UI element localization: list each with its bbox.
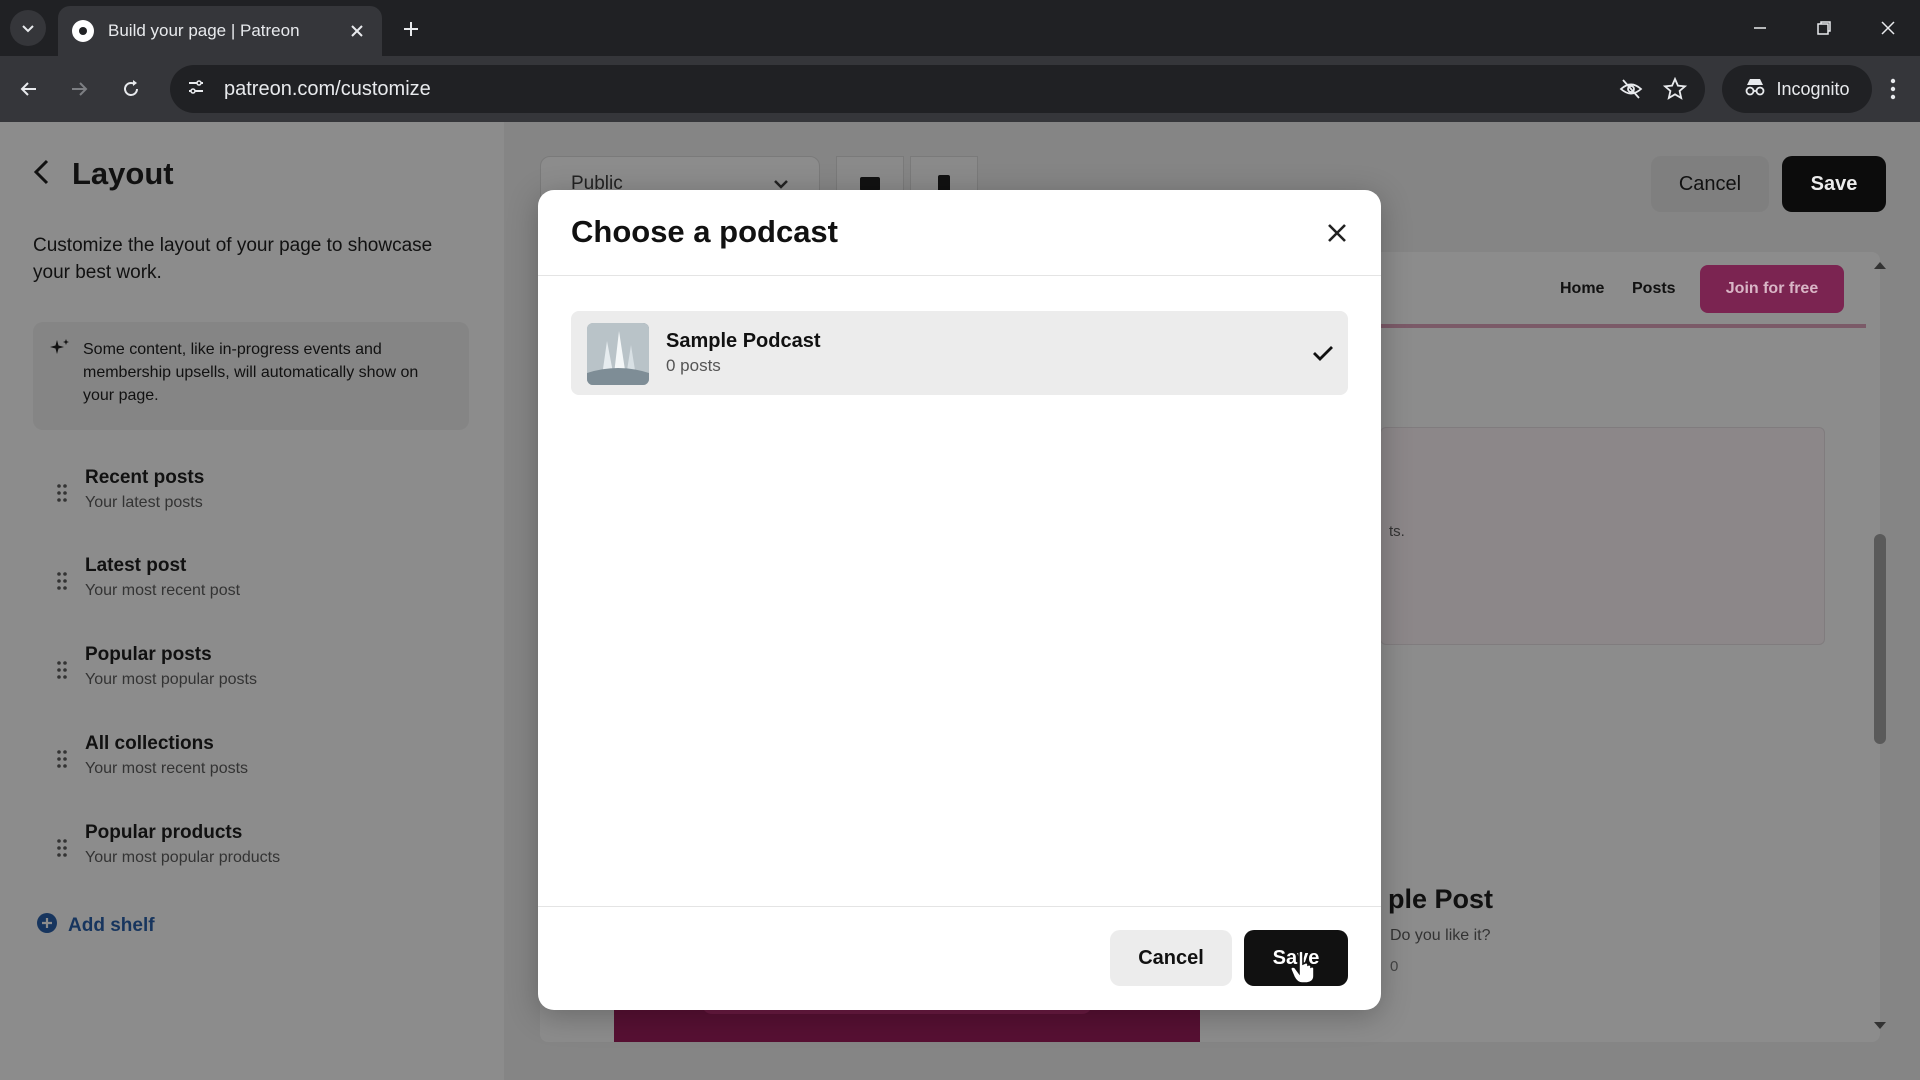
shelf-item[interactable]: Popular products Your most popular produ… bbox=[52, 822, 472, 882]
sidebar-header: Layout bbox=[32, 156, 174, 192]
close-icon[interactable] bbox=[1322, 218, 1352, 248]
sidebar-title: Layout bbox=[72, 156, 174, 191]
minimize-icon[interactable] bbox=[1728, 0, 1792, 56]
eye-off-icon[interactable] bbox=[1617, 75, 1645, 103]
incognito-label: Incognito bbox=[1776, 78, 1850, 99]
dialog-cancel-button[interactable]: Cancel bbox=[1110, 930, 1232, 986]
menu-dots-icon[interactable] bbox=[1876, 72, 1910, 106]
preview-post-title: ple Post bbox=[1388, 884, 1494, 914]
back-icon[interactable] bbox=[12, 72, 46, 106]
add-shelf-label: Add shelf bbox=[68, 915, 155, 936]
drag-handle-icon[interactable] bbox=[56, 571, 68, 596]
preview-card: ts. bbox=[1380, 427, 1825, 645]
drag-handle-icon[interactable] bbox=[56, 838, 68, 863]
scroll-down-icon[interactable] bbox=[1874, 1022, 1886, 1029]
shelf-subtitle: Your most recent post bbox=[85, 582, 241, 599]
star-icon[interactable] bbox=[1661, 75, 1689, 103]
shelf-item[interactable]: Latest post Your most recent post bbox=[52, 555, 472, 615]
dialog-title: Choose a podcast bbox=[571, 214, 838, 249]
scroll-up-icon[interactable] bbox=[1874, 262, 1886, 269]
preview-nav-home[interactable]: Home bbox=[1560, 280, 1604, 298]
plus-circle-icon bbox=[36, 912, 58, 940]
shelf-item[interactable]: Popular posts Your most popular posts bbox=[52, 644, 472, 704]
incognito-badge[interactable]: Incognito bbox=[1722, 65, 1872, 113]
tab-title: Build your page | Patreon bbox=[108, 21, 300, 40]
join-for-free-button[interactable]: Join for free bbox=[1700, 265, 1844, 313]
shelf-item[interactable]: All collections Your most recent posts bbox=[52, 733, 472, 793]
preview-nav-posts[interactable]: Posts bbox=[1632, 280, 1676, 298]
checkmark-icon bbox=[1309, 339, 1337, 367]
close-icon[interactable] bbox=[346, 20, 368, 42]
patreon-favicon bbox=[72, 20, 94, 42]
shelf-name: Popular products bbox=[85, 822, 243, 843]
forward-icon[interactable] bbox=[62, 72, 96, 106]
url-text: patreon.com/customize bbox=[224, 77, 431, 100]
back-arrow-icon[interactable] bbox=[32, 158, 50, 191]
shelf-name: Popular posts bbox=[85, 644, 212, 665]
dialog-save-button[interactable]: Save bbox=[1244, 930, 1348, 986]
preview-scrollbar[interactable] bbox=[1866, 252, 1894, 1042]
podcast-name: Sample Podcast bbox=[666, 330, 821, 352]
drag-handle-icon[interactable] bbox=[56, 660, 68, 685]
shelf-subtitle: Your latest posts bbox=[85, 494, 203, 511]
shelf-name: Recent posts bbox=[85, 467, 205, 488]
drag-handle-icon[interactable] bbox=[56, 749, 68, 774]
restore-icon[interactable] bbox=[1792, 0, 1856, 56]
preview-post-count: 0 bbox=[1390, 958, 1399, 975]
sparkle-icon bbox=[49, 338, 71, 367]
dialog-footer: Cancel Save bbox=[538, 906, 1381, 1010]
site-settings-icon[interactable] bbox=[186, 77, 206, 102]
browser-tab[interactable]: Build your page | Patreon bbox=[58, 6, 382, 56]
preview-card-text: ts. bbox=[1389, 523, 1405, 540]
add-shelf-button[interactable]: Add shelf bbox=[36, 912, 155, 940]
address-bar[interactable]: patreon.com/customize bbox=[170, 65, 1705, 113]
shelf-name: Latest post bbox=[85, 555, 187, 576]
save-button[interactable]: Save bbox=[1782, 156, 1886, 212]
reload-icon[interactable] bbox=[114, 72, 148, 106]
cancel-button[interactable]: Cancel bbox=[1651, 156, 1769, 212]
shelf-name: All collections bbox=[85, 733, 214, 754]
layout-sidebar: Layout Customize the layout of your page… bbox=[0, 122, 504, 1080]
preview-post-description: Do you like it? bbox=[1390, 927, 1491, 944]
choose-podcast-dialog: Choose a podcast Sample Podcast 0 posts … bbox=[538, 190, 1381, 1010]
browser-tab-bar: Build your page | Patreon bbox=[0, 0, 1920, 56]
incognito-icon bbox=[1744, 77, 1766, 102]
drag-handle-icon[interactable] bbox=[56, 483, 68, 508]
shelf-subtitle: Your most popular products bbox=[85, 849, 281, 866]
scroll-thumb[interactable] bbox=[1874, 534, 1886, 744]
window-controls bbox=[1728, 0, 1920, 56]
shelf-subtitle: Your most recent posts bbox=[85, 760, 249, 777]
podcast-thumbnail bbox=[587, 323, 649, 385]
shelf-subtitle: Your most popular posts bbox=[85, 671, 257, 688]
shelf-item[interactable]: Recent posts Your latest posts bbox=[52, 467, 472, 527]
tab-search-icon[interactable] bbox=[10, 10, 46, 46]
window-close-icon[interactable] bbox=[1856, 0, 1920, 56]
sidebar-description: Customize the layout of your page to sho… bbox=[33, 235, 433, 283]
dialog-header: Choose a podcast bbox=[538, 190, 1381, 276]
plus-icon[interactable] bbox=[396, 14, 426, 44]
browser-toolbar: patreon.com/customize Incognito bbox=[0, 56, 1920, 122]
info-text: Some content, like in-progress events an… bbox=[83, 341, 419, 404]
podcast-option[interactable]: Sample Podcast 0 posts bbox=[571, 311, 1348, 395]
podcast-post-count: 0 posts bbox=[666, 356, 721, 375]
info-box: Some content, like in-progress events an… bbox=[33, 322, 469, 430]
